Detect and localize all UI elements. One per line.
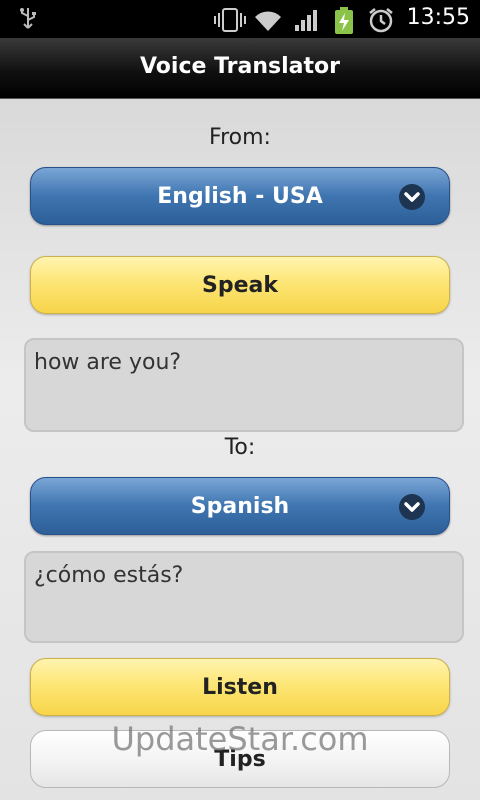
source-text: how are you?: [34, 350, 182, 375]
vibrate-icon: [213, 7, 247, 37]
battery-charging-icon: [333, 7, 355, 39]
speak-button-label: Speak: [202, 273, 278, 298]
signal-icon: [293, 7, 321, 37]
to-language-value: Spanish: [190, 494, 290, 519]
chevron-down-icon: [399, 184, 425, 210]
from-language-value: English - USA: [157, 184, 323, 209]
translated-text: ¿cómo estás?: [34, 563, 184, 588]
usb-icon: [18, 6, 38, 36]
to-label: To:: [224, 435, 256, 460]
alarm-icon: [367, 7, 395, 37]
main-content: From: English - USA Speak how are you? T…: [0, 99, 480, 800]
title-bar: Voice Translator: [0, 38, 480, 99]
speak-button[interactable]: Speak: [30, 256, 450, 314]
from-language-select[interactable]: English - USA: [30, 167, 450, 225]
source-text-field[interactable]: how are you?: [24, 338, 464, 432]
listen-button[interactable]: Listen: [30, 658, 450, 716]
from-label: From:: [209, 125, 271, 150]
app-title: Voice Translator: [139, 54, 340, 79]
listen-button-label: Listen: [202, 675, 278, 700]
tips-button-label: Tips: [214, 747, 266, 772]
chevron-down-icon: [399, 494, 425, 520]
to-language-select[interactable]: Spanish: [30, 477, 450, 535]
tips-button[interactable]: Tips: [30, 730, 450, 788]
translated-text-field[interactable]: ¿cómo estás?: [24, 551, 464, 643]
clock: 13:55: [406, 5, 470, 30]
wifi-icon: [253, 7, 283, 37]
status-bar: 13:55: [0, 0, 480, 38]
